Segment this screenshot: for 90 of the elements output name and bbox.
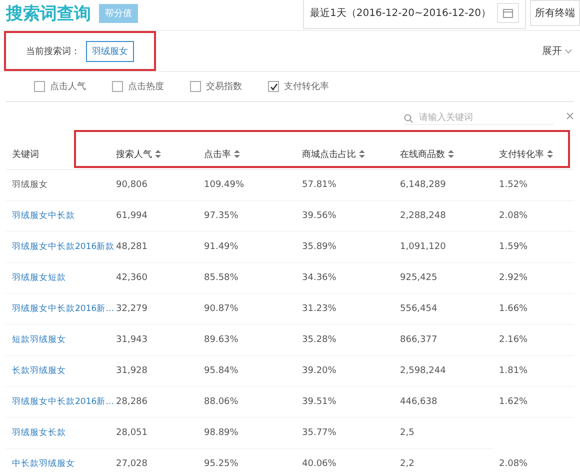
table-cell: 2,5 [400,428,414,438]
table-cell: 98.89% [204,428,238,438]
table-cell: 85.58% [204,273,238,283]
table-cell: 28,286 [116,397,148,407]
page-title: 搜索词查询 [6,2,91,24]
column-header[interactable]: 搜索人气 [116,148,161,160]
keyword-link[interactable]: 羽绒服女中长款2016新… [12,397,114,407]
table-cell: 31,943 [116,335,148,345]
keyword-search-field[interactable]: 请输入关键词 [404,112,554,125]
table-cell: 2,598,244 [400,366,446,376]
sort-icon[interactable] [448,150,454,158]
table-cell: 97.35% [204,211,238,221]
checkbox[interactable] [34,81,45,92]
table-cell: 35.28% [302,335,336,345]
column-header[interactable]: 商城点击占比 [302,148,365,160]
column-header[interactable]: 在线商品数 [400,148,454,160]
table-cell: 1.81% [499,366,528,376]
checkbox[interactable] [268,81,279,92]
table-cell: 446,638 [400,397,438,407]
table-cell: 40.06% [302,459,336,469]
table-cell: 48,281 [116,242,148,252]
table-cell: 39.56% [302,211,336,221]
table-cell: 90,806 [116,180,148,190]
table-cell: 35.89% [302,242,336,252]
checkbox-label: 点击热度 [128,80,164,93]
checkbox-label: 交易指数 [206,80,242,93]
sort-icon[interactable] [359,150,365,158]
table-cell: 31,928 [116,366,148,376]
search-icon [404,114,413,122]
table-cell: 1,091,120 [400,242,446,252]
date-range-picker[interactable]: 最近1天（2016-12-20~2016-12-20） [303,0,526,29]
keyword-link[interactable]: 长款羽绒服女 [12,366,66,376]
search-term-tag[interactable]: 羽绒服女 [86,40,134,62]
table-cell: 31.23% [302,304,336,314]
checkbox[interactable] [190,81,201,92]
table-cell: 28,051 [116,428,148,438]
expand-toggle[interactable]: 展开 [542,44,572,58]
table-cell: 2,2 [400,459,414,469]
device-select[interactable]: 所有终端 [530,0,580,26]
table-cell: 2.08% [499,211,528,221]
table-cell: 27,028 [116,459,148,469]
table-cell: 1.62% [499,397,528,407]
table-cell: 1.59% [499,242,528,252]
keyword-input[interactable]: 请输入关键词 [417,112,541,124]
keyword-link[interactable]: 中长款羽绒服女 [12,459,75,469]
sort-icon[interactable] [547,150,553,158]
table-cell: 95.84% [204,366,238,376]
table-cell: 1.52% [499,180,528,190]
keyword-link[interactable]: 羽绒服女中长款 [12,211,75,221]
table-cell: 32,279 [116,304,148,314]
keyword-link[interactable]: 羽绒服女中长款2016新款 [12,242,115,252]
table-cell: 2.16% [499,335,528,345]
table-cell: 39.51% [302,397,336,407]
table-cell: 2.08% [499,458,528,469]
column-header[interactable]: 点击率 [204,148,240,160]
close-icon[interactable] [566,112,574,120]
table-cell: 34.36% [302,273,336,283]
sort-icon[interactable] [155,150,161,158]
checkbox-label: 支付转化率 [284,80,329,93]
keyword-link[interactable]: 羽绒服女短款 [12,273,66,283]
keyword-link[interactable]: 羽绒服女中长款2016新… [12,304,114,314]
checkbox[interactable] [112,81,123,92]
calendar-icon [497,3,519,23]
table-cell: 556,454 [400,304,438,314]
column-header: 关键词 [12,148,39,160]
table-cell: 2,288,248 [400,211,446,221]
table-cell: 39.20% [302,366,336,376]
table-cell: 109.49% [204,180,244,190]
table-cell: 57.81% [302,180,336,190]
table-cell: 88.06% [204,397,238,407]
table-cell: 1.66% [499,304,528,314]
checkbox-label: 点击人气 [50,80,86,93]
chevron-icon [565,48,572,54]
table-cell: 89.63% [204,335,238,345]
column-header[interactable]: 支付转化率 [499,148,553,160]
table-cell: 35.77% [302,428,336,438]
table-cell: 42,360 [116,273,148,283]
table-cell: 925,425 [400,273,438,283]
table-cell: 90.87% [204,304,238,314]
table-cell: 866,377 [400,335,438,345]
keyword-cell: 羽绒服女 [12,180,48,190]
keyword-link[interactable]: 羽绒服女长款 [12,428,66,438]
table-cell: 95.25% [204,459,238,469]
table-cell: 6,148,289 [400,180,446,190]
table-cell: 91.49% [204,242,238,252]
table-cell: 2.92% [499,273,528,283]
keyword-link[interactable]: 短款羽绒服女 [12,335,66,345]
sort-icon[interactable] [234,150,240,158]
current-search-label: 当前搜索词： [26,46,80,58]
table-cell: 61,994 [116,211,148,221]
